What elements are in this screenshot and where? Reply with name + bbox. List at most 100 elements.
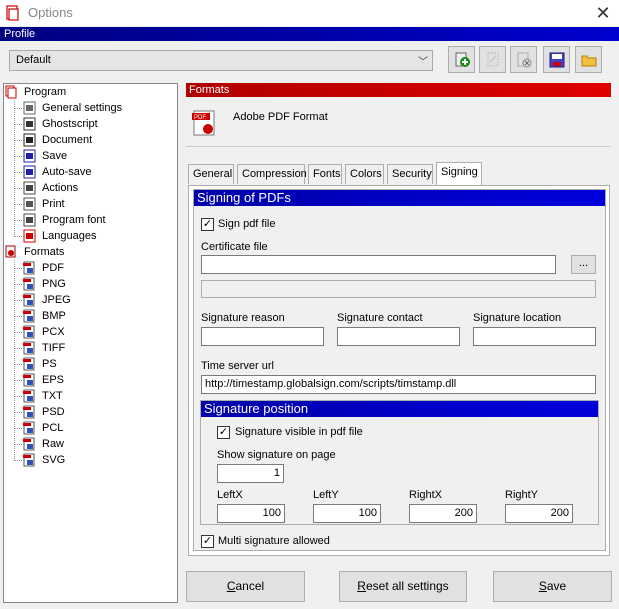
- tab-fonts[interactable]: Fonts: [308, 164, 342, 184]
- tree-item-label: General settings: [42, 102, 123, 114]
- app-icon: [6, 5, 19, 21]
- certificate-field[interactable]: [201, 255, 556, 274]
- svg-text:PDF: PDF: [194, 115, 206, 121]
- delete-profile-button[interactable]: [510, 46, 537, 73]
- print-icon: [23, 197, 36, 211]
- delete-profile-icon: [517, 52, 532, 68]
- save-mnemonic: S: [538, 579, 547, 593]
- tree-item-label: JPEG: [42, 294, 71, 306]
- signing-group-title: Signing of PDFs: [194, 190, 605, 206]
- tree-item-label: Print: [42, 198, 65, 210]
- window-title: Options: [28, 5, 73, 20]
- signing-panel: Signing of PDFs ✓ Sign pdf file Certific…: [188, 185, 610, 556]
- signature-visible-checkbox[interactable]: ✓: [217, 426, 230, 439]
- tree-item-label: EPS: [42, 374, 65, 386]
- ps-icon: [23, 357, 35, 371]
- tree-item-label: SVG: [42, 454, 66, 466]
- rightx-field[interactable]: 200: [409, 504, 477, 523]
- page-label: Show signature on page: [217, 449, 336, 461]
- profile-select-value: Default: [16, 54, 51, 66]
- timeserver-field[interactable]: http://timestamp.globalsign.com/scripts/…: [201, 375, 596, 394]
- multi-signature-label: Multi signature allowed: [218, 535, 330, 547]
- txt-icon: [23, 389, 35, 403]
- profile-header: Profile: [0, 27, 619, 41]
- browse-button[interactable]: ...: [571, 255, 596, 274]
- close-button[interactable]: ✕: [592, 2, 614, 24]
- rename-profile-icon: [487, 52, 499, 67]
- general-settings-icon: [23, 101, 36, 115]
- reset-mnemonic: R: [357, 579, 366, 593]
- tree-item-label: PCX: [42, 326, 65, 338]
- tab-general[interactable]: General: [188, 164, 234, 184]
- pdf-icon: [23, 261, 35, 275]
- rename-profile-button[interactable]: [479, 46, 506, 73]
- tree-item-label: Raw: [42, 438, 65, 450]
- formats-icon: [5, 245, 16, 258]
- save-profile-button[interactable]: [543, 46, 570, 73]
- tab-colors[interactable]: Colors: [345, 164, 384, 184]
- reset-button[interactable]: Reset all settings: [339, 571, 467, 602]
- signature-position-group: Signature position ✓ Signature visible i…: [200, 400, 599, 525]
- righty-field[interactable]: 200: [505, 504, 573, 523]
- sign-pdf-checkbox[interactable]: ✓: [201, 218, 214, 231]
- add-profile-icon: [455, 52, 470, 67]
- jpeg-icon: [23, 293, 35, 307]
- open-folder-icon: [581, 55, 597, 67]
- document-icon: [23, 133, 36, 147]
- tree-item-label: Auto-save: [42, 166, 92, 178]
- bmp-icon: [23, 309, 35, 323]
- tree-item-label: BMP: [42, 310, 66, 322]
- chevron-down-icon: ﹀: [418, 57, 428, 68]
- tree-item-label: PNG: [42, 278, 66, 290]
- add-profile-button[interactable]: [448, 46, 475, 73]
- program-font-icon: [23, 213, 36, 227]
- tree-item-label: PSD: [42, 406, 65, 418]
- leftx-label: LeftX: [217, 489, 243, 501]
- save-icon: [23, 149, 36, 163]
- open-profile-button[interactable]: [575, 46, 602, 73]
- save-button[interactable]: Save: [493, 571, 612, 602]
- timeserver-label: Time server url: [201, 360, 274, 372]
- righty-label: RightY: [505, 489, 539, 501]
- format-name: Adobe PDF Format: [233, 111, 328, 123]
- location-label: Signature location: [473, 312, 562, 324]
- raw-icon: [23, 437, 35, 451]
- tree-item-label: PS: [42, 358, 57, 370]
- profile-select[interactable]: Default ﹀: [9, 50, 433, 71]
- sign-pdf-label: Sign pdf file: [218, 218, 276, 230]
- reason-field[interactable]: [201, 327, 324, 346]
- png-icon: [23, 277, 35, 291]
- signing-group: Signing of PDFs ✓ Sign pdf file Certific…: [193, 189, 606, 551]
- pcl-icon: [23, 421, 35, 435]
- tree-item-label: TIFF: [42, 342, 66, 354]
- certificate-info-field: [201, 280, 596, 298]
- page-field[interactable]: 1: [217, 464, 284, 483]
- leftx-field[interactable]: 100: [217, 504, 285, 523]
- svg-icon: [23, 453, 35, 467]
- psd-icon: [23, 405, 35, 419]
- multi-signature-checkbox[interactable]: ✓: [201, 535, 214, 548]
- lefty-field[interactable]: 100: [313, 504, 381, 523]
- program-icon: [5, 85, 17, 99]
- reason-label: Signature reason: [201, 312, 285, 324]
- save-text: ave: [546, 579, 567, 593]
- tab-compression[interactable]: Compression: [237, 164, 307, 184]
- tab-security[interactable]: Security: [387, 164, 433, 184]
- tiff-icon: [23, 341, 35, 355]
- auto-save-icon: [23, 165, 36, 179]
- tab-signing[interactable]: Signing: [436, 162, 482, 186]
- contact-field[interactable]: [337, 327, 460, 346]
- cancel-button[interactable]: Cancel: [186, 571, 305, 602]
- certificate-label: Certificate file: [201, 241, 268, 253]
- formats-info: PDF Adobe PDF Format: [186, 97, 611, 147]
- tree-item-label: Program font: [42, 214, 106, 226]
- options-tree[interactable]: Program Formats General settings Ghostscr…: [3, 83, 178, 603]
- contact-label: Signature contact: [337, 312, 423, 324]
- tree-item-label: TXT: [42, 390, 63, 402]
- tree-item-label: PCL: [42, 422, 64, 434]
- signature-visible-label: Signature visible in pdf file: [235, 426, 363, 438]
- location-field[interactable]: [473, 327, 596, 346]
- save-profile-icon: [549, 52, 565, 68]
- tree-item-label: Actions: [42, 182, 79, 194]
- rightx-label: RightX: [409, 489, 443, 501]
